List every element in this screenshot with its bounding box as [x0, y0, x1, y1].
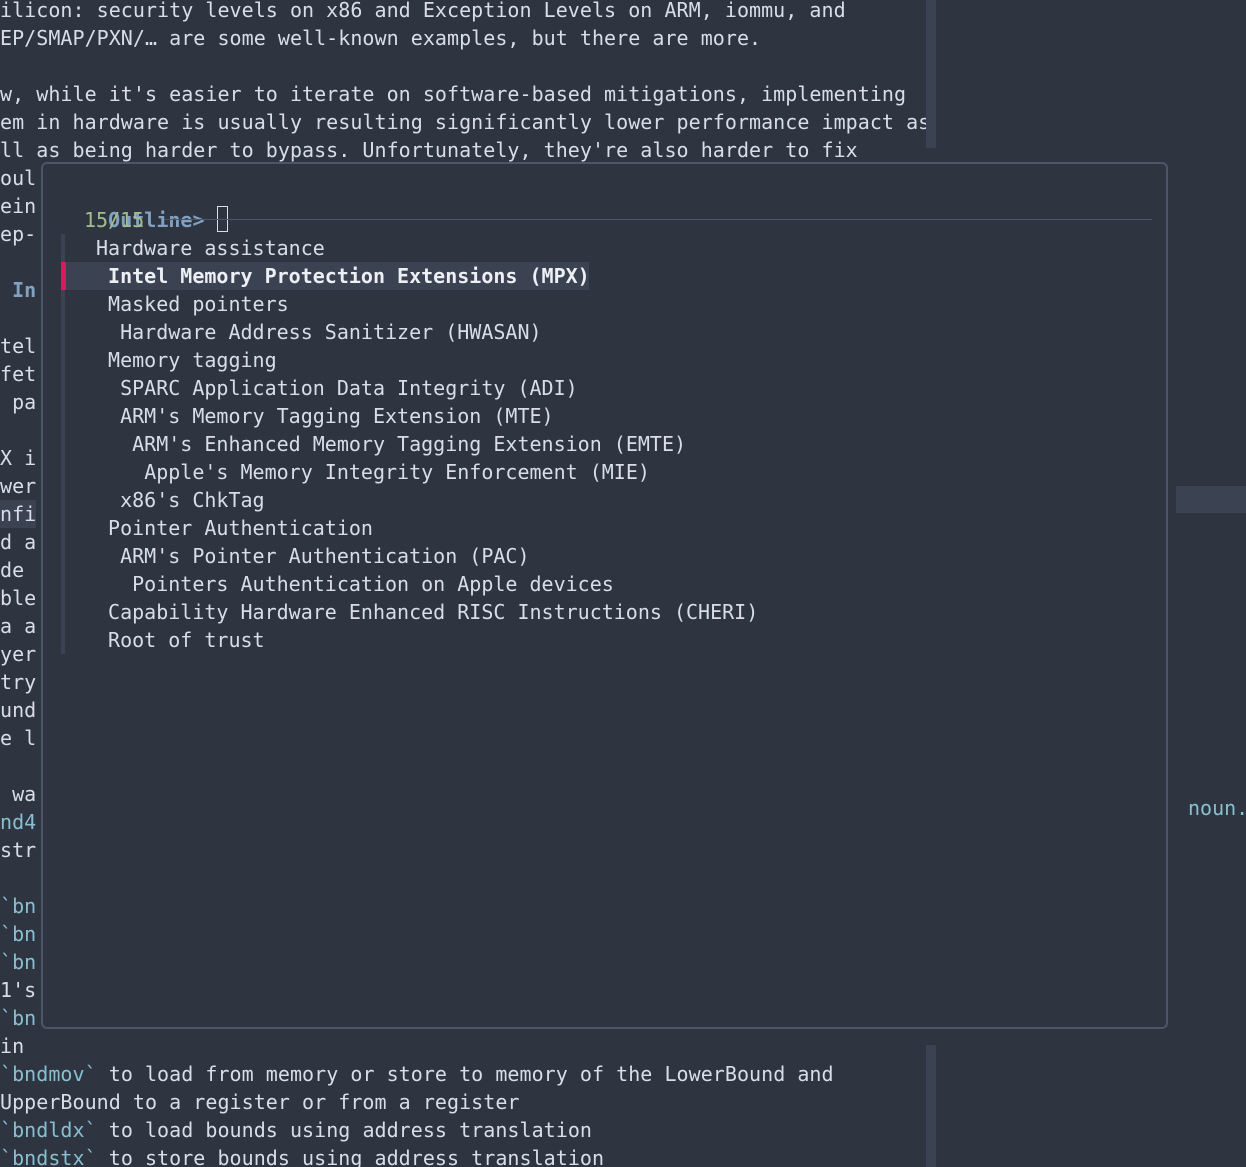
- outline-prompt[interactable]: Outline>: [60, 178, 228, 232]
- scrollbar-bottom[interactable]: [926, 1045, 936, 1167]
- text-line-fragment: try: [0, 670, 37, 694]
- text-line-fragment: de: [0, 558, 37, 582]
- outline-item[interactable]: Masked pointers: [108, 290, 289, 318]
- text-line: `bndstx` to store bounds using address t…: [0, 1144, 604, 1167]
- line-text: to store bounds using address translatio…: [96, 1146, 605, 1167]
- text-line: `bndmov` to load from memory or store to…: [0, 1060, 834, 1088]
- text-line-fragment: str: [0, 838, 37, 862]
- cursorline-highlight: [1176, 486, 1246, 513]
- outline-item[interactable]: Capability Hardware Enhanced RISC Instru…: [108, 598, 758, 626]
- outline-item[interactable]: ARM's Enhanced Memory Tagging Extension …: [132, 430, 686, 458]
- outline-picker[interactable]: Outline> 15/15 Hardware assistance Intel …: [41, 162, 1168, 1029]
- text-line: em in hardware is usually resulting sign…: [0, 110, 931, 134]
- outline-item[interactable]: Intel Memory Protection Extensions (MPX): [108, 262, 590, 290]
- line-text: to load from memory or store to memory o…: [96, 1062, 834, 1086]
- text-line-fragment: 1's: [0, 978, 37, 1002]
- text-line-fragment: wa: [0, 782, 37, 806]
- text-line-fragment: fet: [0, 362, 37, 386]
- text-line-fragment: wer: [0, 474, 37, 498]
- text-line-fragment: in: [0, 1034, 37, 1058]
- inline-code: `bndldx`: [0, 1118, 97, 1142]
- text-line-fragment: tel: [0, 334, 37, 358]
- text-line-fragment: nd4: [0, 810, 37, 834]
- text-line-fragment: In: [0, 278, 37, 302]
- separator: [164, 219, 1152, 220]
- text-line-fragment: ein: [0, 194, 37, 218]
- outline-item[interactable]: SPARC Application Data Integrity (ADI): [120, 374, 578, 402]
- text-line-fragment: `bn: [0, 922, 37, 946]
- text-line: oul: [0, 166, 37, 190]
- right-fragment: noun.: [1188, 796, 1246, 820]
- text-line: EP/SMAP/PXN/… are some well-known exampl…: [0, 26, 762, 50]
- text-line: `bndldx` to load bounds using address tr…: [0, 1116, 592, 1144]
- text-line-fragment: nfi: [0, 500, 37, 528]
- line-text: to load bounds using address translation: [96, 1118, 592, 1142]
- text-line-fragment: ep-: [0, 222, 37, 246]
- text-line-fragment: pa: [0, 390, 37, 414]
- scrollbar-top[interactable]: [926, 0, 936, 148]
- text-line: UpperBound to a register or from a regis…: [0, 1088, 519, 1116]
- result-count: 15/15: [84, 208, 145, 232]
- selection-marker: [61, 262, 66, 290]
- inline-code: `bndmov`: [0, 1062, 97, 1086]
- text-line-fragment: X i: [0, 446, 37, 470]
- text-line-fragment: `bn: [0, 1006, 37, 1030]
- text-line-fragment: ble: [0, 586, 37, 610]
- text-line-fragment: `bn: [0, 894, 37, 918]
- text-line-fragment: und: [0, 698, 37, 722]
- outline-item[interactable]: ARM's Pointer Authentication (PAC): [120, 542, 529, 570]
- text-line-fragment: e l: [0, 726, 37, 750]
- text-line-fragment: a a: [0, 614, 37, 638]
- outline-item[interactable]: Hardware assistance: [96, 234, 325, 262]
- line-text: UpperBound to a register or from a regis…: [0, 1090, 520, 1114]
- outline-item[interactable]: ARM's Memory Tagging Extension (MTE): [120, 402, 553, 430]
- outline-item[interactable]: Apple's Memory Integrity Enforcement (MI…: [144, 458, 650, 486]
- text-line: ll as being harder to bypass. Unfortunat…: [0, 138, 858, 162]
- text-line-fragment: `bn: [0, 950, 37, 974]
- text-line: w, while it's easier to iterate on softw…: [0, 82, 907, 106]
- outline-item[interactable]: Memory tagging: [108, 346, 277, 374]
- outline-item[interactable]: Pointers Authentication on Apple devices: [132, 570, 614, 598]
- text-line: ilicon: security levels on x86 and Excep…: [0, 0, 846, 22]
- text-line-fragment: d a: [0, 530, 37, 554]
- outline-item[interactable]: Hardware Address Sanitizer (HWASAN): [120, 318, 541, 346]
- picker-gutter: [61, 234, 65, 654]
- outline-item[interactable]: Root of trust: [108, 626, 265, 654]
- outline-item[interactable]: Pointer Authentication: [108, 514, 373, 542]
- inline-code: `bndstx`: [0, 1146, 97, 1167]
- text-line-fragment: yer: [0, 642, 37, 666]
- outline-item[interactable]: x86's ChkTag: [120, 486, 265, 514]
